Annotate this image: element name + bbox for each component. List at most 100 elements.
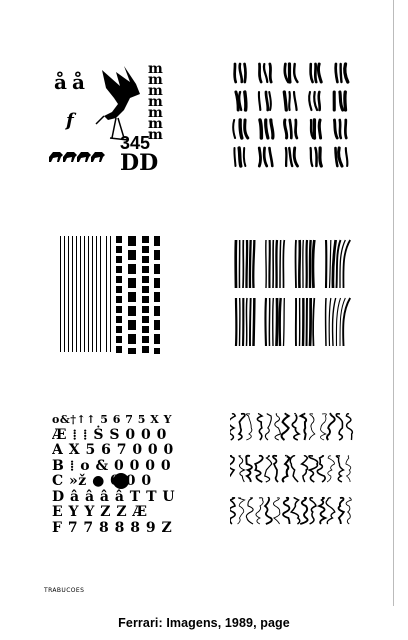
- bar-segment: [116, 276, 122, 283]
- a-ring-glyph: å: [54, 70, 67, 94]
- panel-middle-left: [58, 232, 168, 354]
- bar-segment: [128, 348, 136, 354]
- stroke-cluster: [265, 239, 286, 289]
- bar-segment: [116, 256, 122, 263]
- scribble-stroke: [300, 455, 309, 483]
- scribble-stroke: [325, 497, 336, 525]
- m-column: m m m m m m m: [148, 62, 164, 143]
- bar-segment: [154, 320, 160, 330]
- gothic-glyph: [257, 146, 274, 168]
- bird-icon: [95, 66, 140, 141]
- scribble-stroke: [238, 455, 246, 483]
- bar-segment: [116, 286, 122, 293]
- gothic-glyph: [282, 90, 298, 112]
- scribble-stroke: [291, 412, 301, 441]
- bar-segment: [116, 316, 122, 323]
- vertical-line-barcode: [60, 236, 160, 354]
- bar-segment: [154, 348, 160, 354]
- scribble-stroke: [255, 497, 264, 525]
- bar-segment: [128, 250, 136, 260]
- bar-segment: [142, 326, 149, 333]
- gothic-glyph: [332, 90, 348, 112]
- bar-segment: [154, 306, 160, 316]
- bar-segment: [142, 296, 149, 303]
- gothic-glyph: [234, 90, 248, 112]
- gothic-glyph: [232, 118, 250, 140]
- stroke-cluster: [234, 239, 256, 289]
- panel-top-left: å å f 345 DD m m m m m m m: [44, 60, 174, 180]
- scribble-stroke: [237, 497, 246, 525]
- gothic-glyph: [283, 118, 299, 140]
- bar-segment: [128, 292, 136, 302]
- scribble-stroke: [253, 454, 264, 483]
- artist-signature: TRABUCOES: [44, 587, 85, 594]
- handwritten-scribble-rows: [230, 412, 354, 525]
- gothic-glyph: [334, 146, 349, 168]
- bar-line: [60, 236, 61, 352]
- bar-segment: [142, 276, 149, 283]
- bar-segment: [142, 346, 149, 353]
- scribble-stroke: [307, 454, 319, 483]
- gothic-glyph: [233, 62, 247, 84]
- glyph-row: C »ž ● 0 0 0: [52, 473, 152, 489]
- bar-line: [72, 236, 73, 352]
- scribble-stroke: [289, 497, 301, 525]
- gothic-glyph: [257, 90, 272, 112]
- scribble-stroke: [345, 413, 354, 441]
- scribble-stroke: [245, 454, 253, 483]
- scribble-stroke: [335, 412, 344, 441]
- scribble-stroke: [272, 497, 281, 525]
- running-figures-icon: [49, 152, 105, 162]
- dd-glyphs: DD: [120, 150, 159, 176]
- bar-segment: [128, 236, 136, 246]
- bar-segment: [142, 266, 149, 273]
- stroke-cluster: [324, 297, 351, 347]
- scribble-stroke: [289, 455, 299, 483]
- bar-segment: [154, 292, 160, 302]
- scribble-stroke: [316, 454, 326, 483]
- scribble-stroke: [280, 412, 291, 441]
- bar-segment: [142, 236, 149, 243]
- gothic-glyph: [309, 118, 323, 140]
- glyph-row: o&†↑↑ 5 6 7 5 X Y: [52, 413, 172, 426]
- scribble-stroke: [272, 454, 279, 483]
- scribble-stroke: [230, 496, 236, 525]
- scribble-stroke: [299, 496, 309, 525]
- bar-line: [64, 236, 65, 352]
- panel-bottom-left: o&†↑↑ 5 6 7 5 X YÆ ⁞ ⁞ Ṡ S 0 0 0A X 5 6 …: [52, 412, 177, 538]
- scribble-stroke: [245, 413, 253, 441]
- bar-line: [96, 236, 97, 352]
- glyph-row: E Y Y Z Z Æ: [52, 504, 148, 520]
- bar-segment: [128, 278, 136, 288]
- bar-segment: [154, 278, 160, 288]
- scribble-stroke: [298, 412, 308, 441]
- stroke-cluster: [264, 297, 285, 347]
- bar-segment: [128, 306, 136, 316]
- gothic-letter-grid: [232, 62, 350, 168]
- bar-segment: [142, 286, 149, 293]
- bar-segment: [142, 336, 149, 343]
- scribble-stroke: [326, 455, 335, 483]
- scribble-stroke: [308, 413, 316, 441]
- stroke-cluster: [294, 239, 316, 289]
- scribble-stroke: [274, 413, 281, 441]
- bar-segment: [154, 250, 160, 260]
- bar-segment: [116, 326, 122, 333]
- vertical-stroke-clusters: [234, 239, 351, 347]
- gothic-glyph: [258, 118, 275, 140]
- glyph-row: F 7 7 8 8 8 9 Z Æ: [52, 519, 177, 536]
- stroke-cluster: [294, 297, 316, 347]
- glyph-row: A X 5 6 7 0 0 0: [52, 442, 174, 458]
- gothic-glyph: [308, 90, 322, 112]
- bar-line: [100, 236, 101, 352]
- panel-bottom-right: [230, 406, 358, 532]
- m-glyph: m: [148, 127, 163, 143]
- bar-segment: [154, 334, 160, 344]
- bar-segment: [116, 246, 122, 253]
- page-caption: Ferrari: Imagens, 1989, page: [118, 616, 290, 630]
- bar-line: [76, 236, 77, 352]
- bar-line: [110, 236, 111, 352]
- bar-segment: [116, 236, 122, 243]
- scribble-stroke: [230, 454, 236, 478]
- scribble-stroke: [309, 497, 317, 525]
